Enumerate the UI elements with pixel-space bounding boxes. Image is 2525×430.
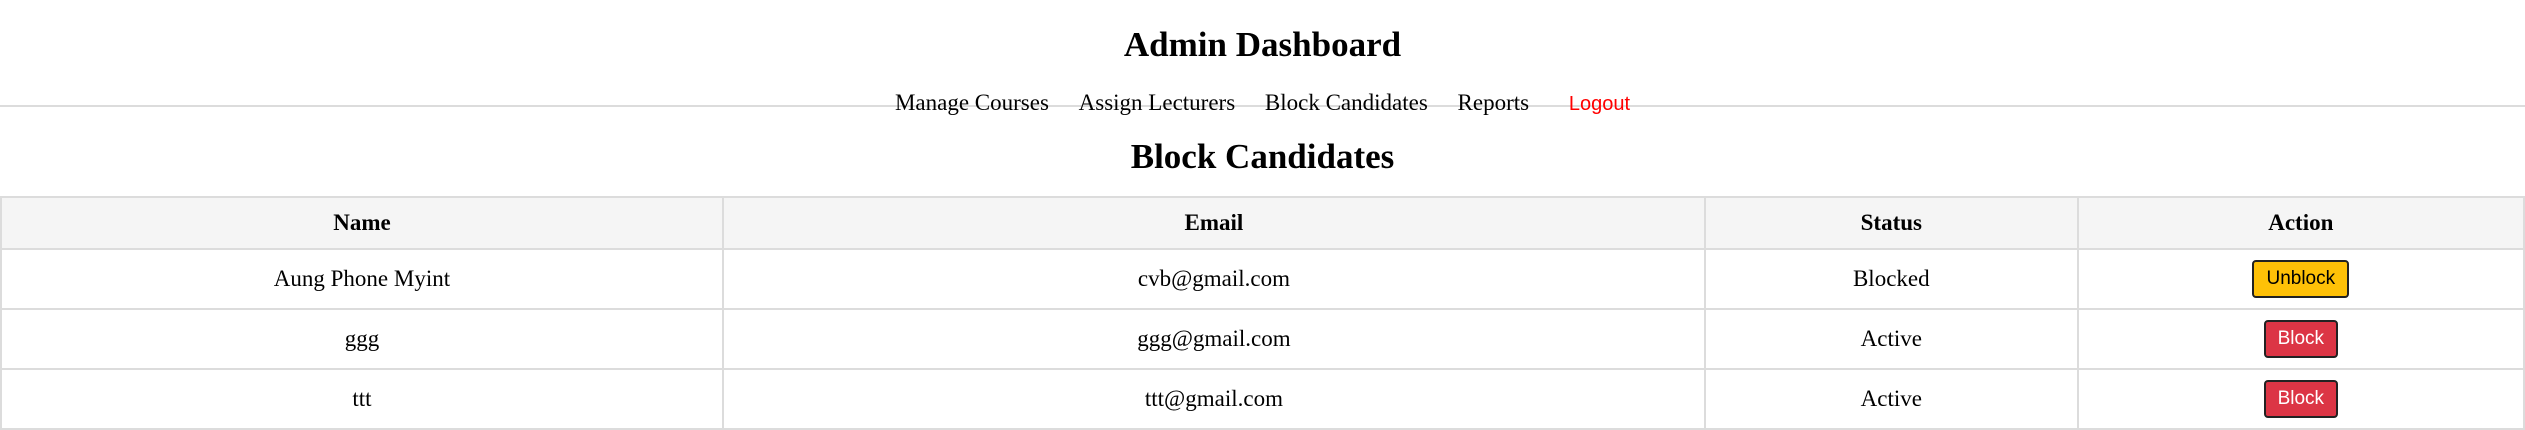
cell-name: ggg (0, 308, 724, 370)
table-row: Aung Phone Myint cvb@gmail.com Blocked U… (0, 248, 2525, 310)
candidates-table: Name Email Status Action Aung Phone Myin… (0, 196, 2525, 430)
cell-email: cvb@gmail.com (721, 248, 1707, 310)
column-header-name: Name (0, 196, 724, 250)
cell-email: ttt@gmail.com (721, 368, 1707, 430)
cell-email: ggg@gmail.com (721, 308, 1707, 370)
nav-block-candidates[interactable]: Block Candidates (1265, 90, 1428, 115)
cell-action: Block (2076, 368, 2525, 430)
header: Admin Dashboard Manage Courses Assign Le… (0, 0, 2525, 115)
nav-manage-courses[interactable]: Manage Courses (895, 90, 1049, 115)
logout-link[interactable]: Logout (1569, 93, 1630, 115)
cell-status: Active (1704, 368, 2079, 430)
app-title: Admin Dashboard (1123, 25, 1402, 64)
nav-assign-lecturers[interactable]: Assign Lecturers (1079, 90, 1236, 115)
column-header-action: Action (2076, 196, 2525, 250)
cell-status: Active (1704, 308, 2079, 370)
table-row: ttt ttt@gmail.com Active Block (0, 368, 2525, 430)
nav-reports[interactable]: Reports (1458, 90, 1530, 115)
page-title: Block Candidates (1130, 137, 1395, 176)
cell-action: Unblock (2076, 248, 2525, 310)
block-button[interactable]: Block (2263, 320, 2339, 358)
column-header-status: Status (1704, 196, 2079, 250)
cell-status: Blocked (1704, 248, 2079, 310)
candidates-table-wrapper: Name Email Status Action Aung Phone Myin… (0, 196, 2525, 430)
table-header-row: Name Email Status Action (0, 196, 2525, 250)
table-row: ggg ggg@gmail.com Active Block (0, 308, 2525, 370)
cell-name: ttt (0, 368, 724, 430)
block-button[interactable]: Block (2263, 380, 2339, 418)
cell-action: Block (2076, 308, 2525, 370)
cell-name: Aung Phone Myint (0, 248, 724, 310)
column-header-email: Email (721, 196, 1707, 250)
unblock-button[interactable]: Unblock (2252, 260, 2350, 298)
